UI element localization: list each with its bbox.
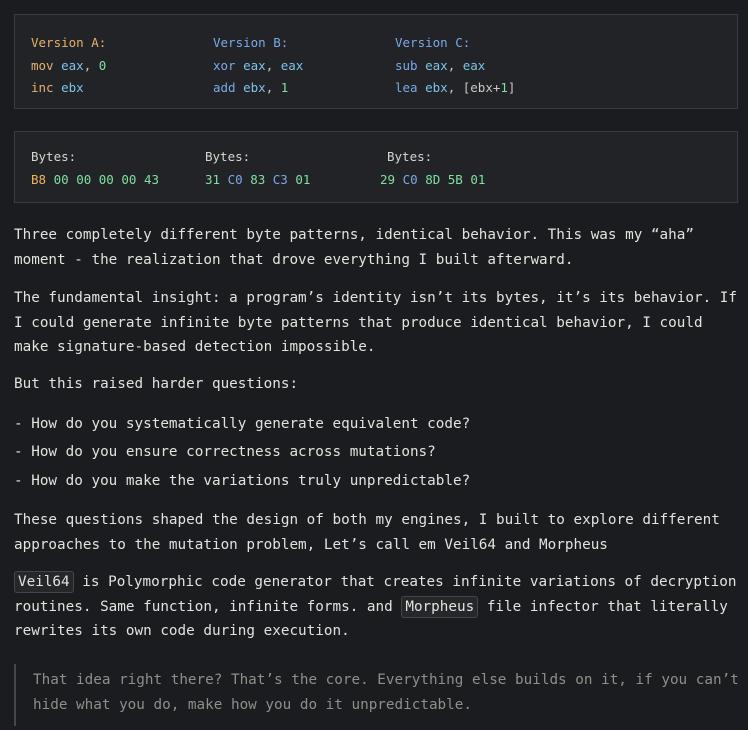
version-b-val1: eax [280, 57, 304, 73]
byte: B8 [31, 171, 47, 187]
list-item: - How do you make the variations truly u… [14, 473, 471, 489]
version-a-op1: mov [31, 57, 54, 73]
version-b-header: Version B: [213, 35, 289, 50]
bytes-a-label: Bytes: [31, 149, 77, 164]
version-c-val1: eax [462, 57, 486, 73]
paragraph-harder-questions: But this raised harder questions: [14, 376, 299, 392]
byte: 5B [447, 171, 463, 187]
paragraph-aha-moment: Three completely different byte patterns… [14, 227, 694, 268]
version-c-sep1: , [447, 57, 456, 73]
bytes-b-column: Bytes: 31 C0 83 C3 01 [205, 146, 310, 191]
version-c-val2-close: ] [507, 80, 516, 95]
version-b-val2: 1 [280, 80, 289, 95]
version-c-val2-num: 1 [500, 80, 508, 95]
bytes-a-column: Bytes: B8 00 00 00 00 43 [31, 146, 159, 191]
version-c-op2: lea [395, 80, 418, 95]
byte: 01 [470, 171, 486, 187]
bytes-b-label: Bytes: [205, 149, 251, 164]
version-a-op2: inc [31, 80, 54, 95]
inline-code-morpheus: Morpheus [401, 595, 479, 618]
byte: C0 [227, 171, 243, 187]
version-c-header: Version C: [395, 35, 471, 50]
bytes-c-column: Bytes: 29 C0 8D 5B 01 [380, 146, 485, 191]
version-c-op1: sub [395, 57, 418, 73]
version-c-sep2: , [447, 80, 456, 95]
version-a-val1: 0 [98, 57, 107, 73]
blockquote-text: That idea right there? That’s the core. … [33, 672, 739, 713]
version-c-reg2: ebx [425, 80, 448, 95]
version-a-reg2: ebx [61, 80, 84, 95]
byte: 00 [98, 171, 114, 187]
version-b-op2: add [213, 80, 236, 95]
inline-code-veil64: Veil64 [14, 571, 74, 593]
code-block-bytes: Bytes: B8 00 00 00 00 43 Bytes: 31 C0 83… [14, 131, 738, 203]
byte: 00 [53, 171, 69, 187]
version-b-op1: xor [213, 57, 236, 73]
version-a-header: Version A: [31, 35, 107, 50]
version-b-sep1: , [265, 57, 274, 73]
version-b-reg2: ebx [243, 80, 266, 95]
paragraph-fundamental-insight: The fundamental insight: a program’s ide… [14, 290, 738, 355]
paragraph-engines-intro: These questions shaped the design of bot… [14, 512, 720, 553]
byte: 31 [205, 171, 221, 187]
byte: 43 [143, 171, 160, 187]
byte: 8D [425, 171, 441, 187]
list-item: - How do you systematically generate equ… [14, 416, 471, 432]
byte: 83 [250, 171, 266, 187]
version-b-column: Version B: xor eax, eax add ebx, 1 [213, 32, 303, 100]
version-a-sep1: , [83, 57, 92, 73]
bytes-c-label: Bytes: [387, 149, 433, 164]
version-b-sep2: , [265, 80, 274, 95]
byte: C3 [272, 171, 288, 187]
byte: C0 [402, 171, 418, 187]
byte: 01 [295, 171, 311, 187]
version-c-column: Version C: sub eax, eax lea ebx, [ebx+1] [395, 32, 515, 100]
byte: 00 [121, 171, 137, 187]
list-item: - How do you ensure correctness across m… [14, 444, 436, 460]
version-a-column: Version A: mov eax, 0 inc ebx [31, 32, 106, 100]
version-b-reg1: eax [243, 57, 266, 73]
byte: 29 [380, 171, 396, 187]
version-c-val2-open: [ebx [462, 80, 493, 95]
byte: 00 [76, 171, 92, 187]
code-block-versions: Version A: mov eax, 0 inc ebx Version B:… [14, 14, 738, 109]
paragraph-engines-description: Veil64 is Polymorphic code generator tha… [14, 570, 742, 644]
blockquote: That idea right there? That’s the core. … [14, 664, 742, 726]
version-c-reg1: eax [425, 57, 448, 73]
version-a-reg1: eax [61, 57, 84, 73]
